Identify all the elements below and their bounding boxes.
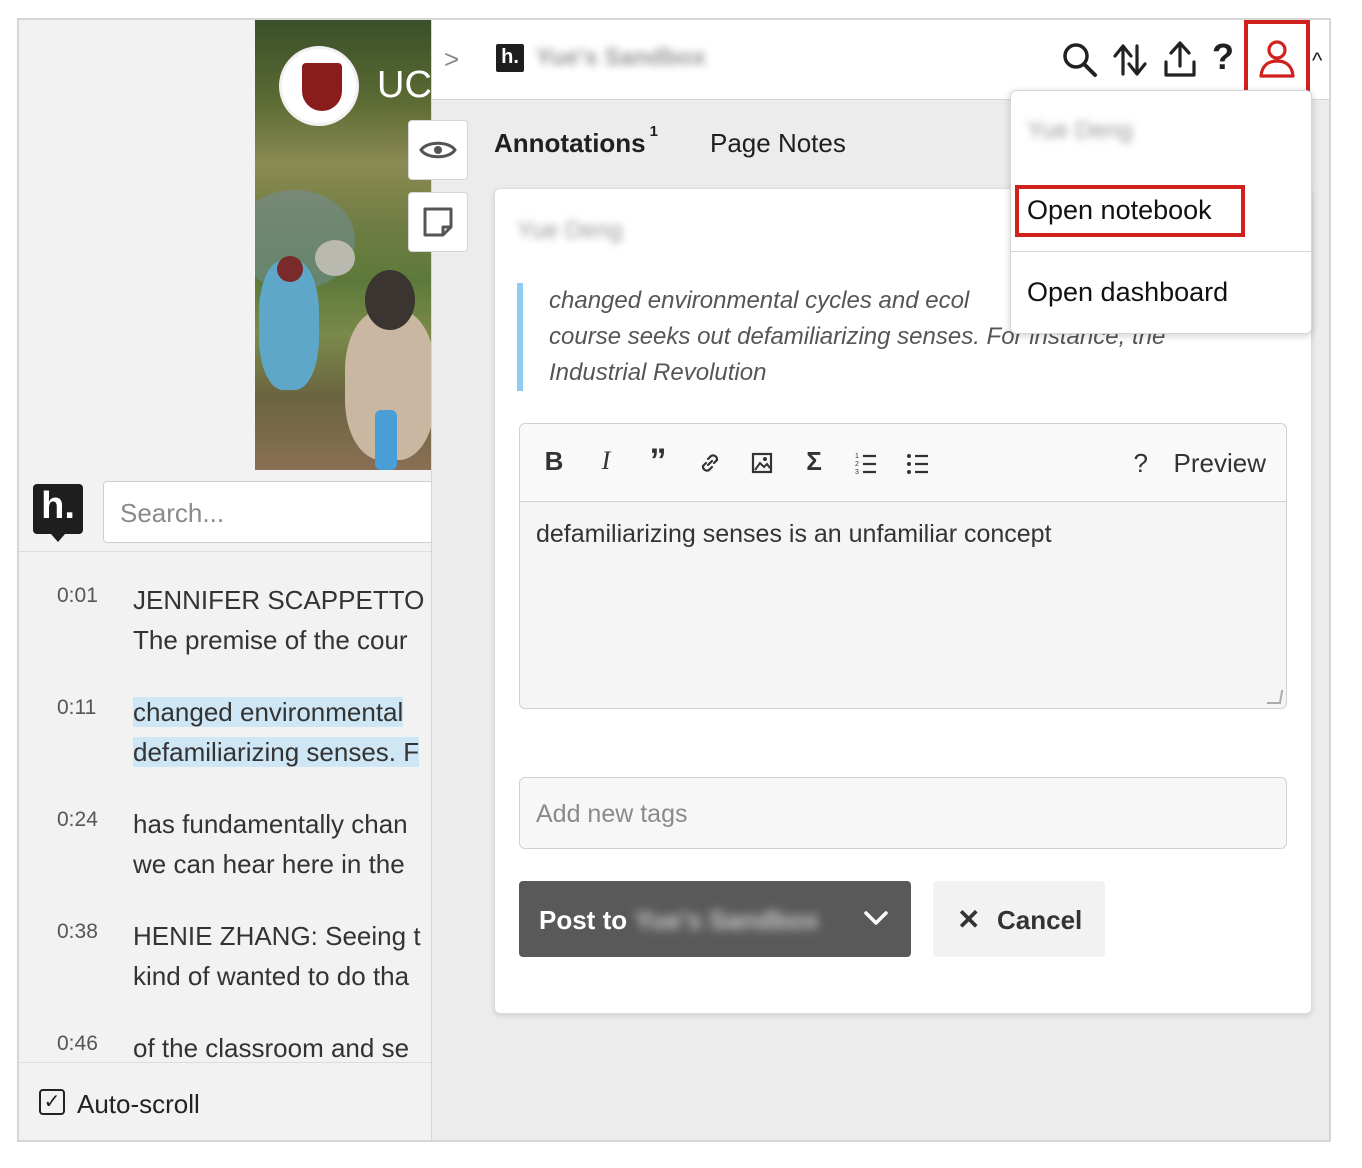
bullet-list-icon[interactable]	[900, 450, 936, 476]
autoscroll-bar: ✓ Auto-scroll	[19, 1062, 431, 1140]
transcript-line: The premise of the cour	[133, 625, 408, 655]
water-bottle	[375, 410, 397, 470]
video-thumbnail[interactable]: UC	[255, 20, 431, 470]
hypothesis-logo-icon[interactable]: h.	[33, 484, 83, 542]
new-page-note-button[interactable]	[408, 192, 468, 252]
open-notebook-menu-item[interactable]: Open notebook	[1015, 185, 1245, 237]
cancel-label: Cancel	[997, 905, 1083, 935]
group-name[interactable]: Yue's Sandbox	[536, 44, 706, 72]
sort-icon[interactable]	[1110, 38, 1150, 82]
markdown-toolbar: B I ” Σ 1 2 3 ? Preview	[520, 424, 1286, 502]
chevron-down-icon[interactable]	[861, 903, 891, 933]
student-figure	[365, 270, 415, 330]
student-hat	[277, 256, 303, 282]
toggle-highlights-button[interactable]	[408, 120, 468, 180]
video-page: UC h. Search... 0:01 JENNIFER SCAPPETTO T…	[19, 20, 443, 1140]
menu-divider	[1011, 251, 1311, 252]
transcript-line: HENIE ZHANG: Seeing t	[133, 921, 421, 951]
search-icon[interactable]	[1060, 38, 1100, 82]
autoscroll-checkbox[interactable]: ✓	[39, 1089, 65, 1115]
university-logo	[279, 46, 359, 126]
sidebar-topbar: > h. Yue's Sandbox ? ^	[432, 20, 1329, 100]
timestamp[interactable]: 0:24	[57, 808, 98, 832]
transcript-text: has fundamentally chan we can hear here i…	[133, 804, 453, 884]
post-label: Post to	[539, 905, 628, 935]
tab-label: Annotations	[494, 128, 646, 158]
quote-button[interactable]: ”	[640, 442, 676, 481]
quote-line: Industrial Revolution	[549, 359, 767, 386]
timestamp[interactable]: 0:01	[57, 584, 98, 608]
timestamp[interactable]: 0:38	[57, 920, 98, 944]
transcript-text: changed environmental defamiliarizing sen…	[133, 692, 453, 772]
tags-input[interactable]: Add new tags	[519, 777, 1287, 849]
user-menu-button[interactable]	[1244, 20, 1310, 98]
note-icon	[423, 207, 453, 237]
math-button[interactable]: Σ	[796, 446, 832, 477]
menu-user-name: Yue Deng	[1027, 117, 1133, 144]
italic-button[interactable]: I	[588, 446, 624, 476]
tab-page-notes[interactable]: Page Notes	[710, 128, 846, 159]
annotation-editor: B I ” Σ 1 2 3 ? Preview defamiliarizing …	[519, 423, 1287, 709]
eye-icon	[419, 141, 457, 159]
highlighted-text[interactable]: defamiliarizing senses. F	[133, 737, 420, 767]
transcript-line: has fundamentally chan	[133, 809, 408, 839]
post-group-name: Yue's Sandbox	[635, 905, 819, 935]
preview-button[interactable]: Preview	[1174, 448, 1266, 479]
timestamp[interactable]: 0:46	[57, 1032, 98, 1056]
timestamp[interactable]: 0:11	[57, 696, 96, 720]
cancel-button[interactable]: ✕ Cancel	[933, 881, 1105, 957]
chevron-right-icon[interactable]: >	[444, 44, 459, 75]
share-icon[interactable]	[1160, 38, 1200, 82]
chevron-up-icon[interactable]: ^	[1312, 48, 1322, 74]
annotation-textarea[interactable]: defamiliarizing senses is an unfamiliar …	[536, 520, 1052, 549]
transcript-line: kind of wanted to do tha	[133, 961, 410, 991]
close-icon: ✕	[957, 904, 981, 935]
user-dropdown-menu: Yue Deng Open notebook Open dashboard	[1010, 90, 1312, 334]
transcript-line: JENNIFER SCAPPETTO	[133, 585, 425, 615]
transcript-header: h. Search...	[19, 470, 443, 552]
post-button[interactable]: Post to Yue's Sandbox	[519, 881, 911, 957]
link-icon[interactable]	[692, 450, 728, 476]
formatting-help-button[interactable]: ?	[1134, 448, 1148, 479]
rock	[315, 240, 355, 276]
user-icon	[1259, 40, 1295, 78]
logo-text: UC	[377, 64, 431, 106]
hypothesis-logo-icon[interactable]: h.	[496, 44, 524, 72]
open-dashboard-menu-item[interactable]: Open dashboard	[1027, 277, 1228, 308]
search-input[interactable]: Search...	[103, 481, 443, 543]
annotation-author[interactable]: Yue Deng	[517, 217, 622, 245]
image-icon[interactable]	[744, 450, 780, 476]
transcript-line: of the classroom and se	[133, 1033, 410, 1063]
transcript-line: we can hear here in the	[133, 849, 405, 879]
resize-handle-icon[interactable]	[1266, 690, 1284, 704]
numbered-list-icon[interactable]: 1 2 3	[848, 450, 884, 476]
svg-text:1: 1	[855, 453, 859, 460]
svg-text:2: 2	[855, 461, 859, 468]
shield-icon	[302, 63, 342, 111]
highlighted-text[interactable]: changed environmental	[133, 697, 404, 727]
transcript-text: HENIE ZHANG: Seeing t kind of wanted to d…	[133, 916, 453, 996]
bold-button[interactable]: B	[536, 446, 572, 477]
svg-text:3: 3	[855, 469, 859, 476]
transcript-text: JENNIFER SCAPPETTO The premise of the cou…	[133, 580, 453, 660]
tab-annotations[interactable]: Annotations 1	[494, 123, 658, 159]
annotation-count: 1	[649, 123, 658, 141]
autoscroll-label: Auto-scroll	[77, 1089, 200, 1119]
